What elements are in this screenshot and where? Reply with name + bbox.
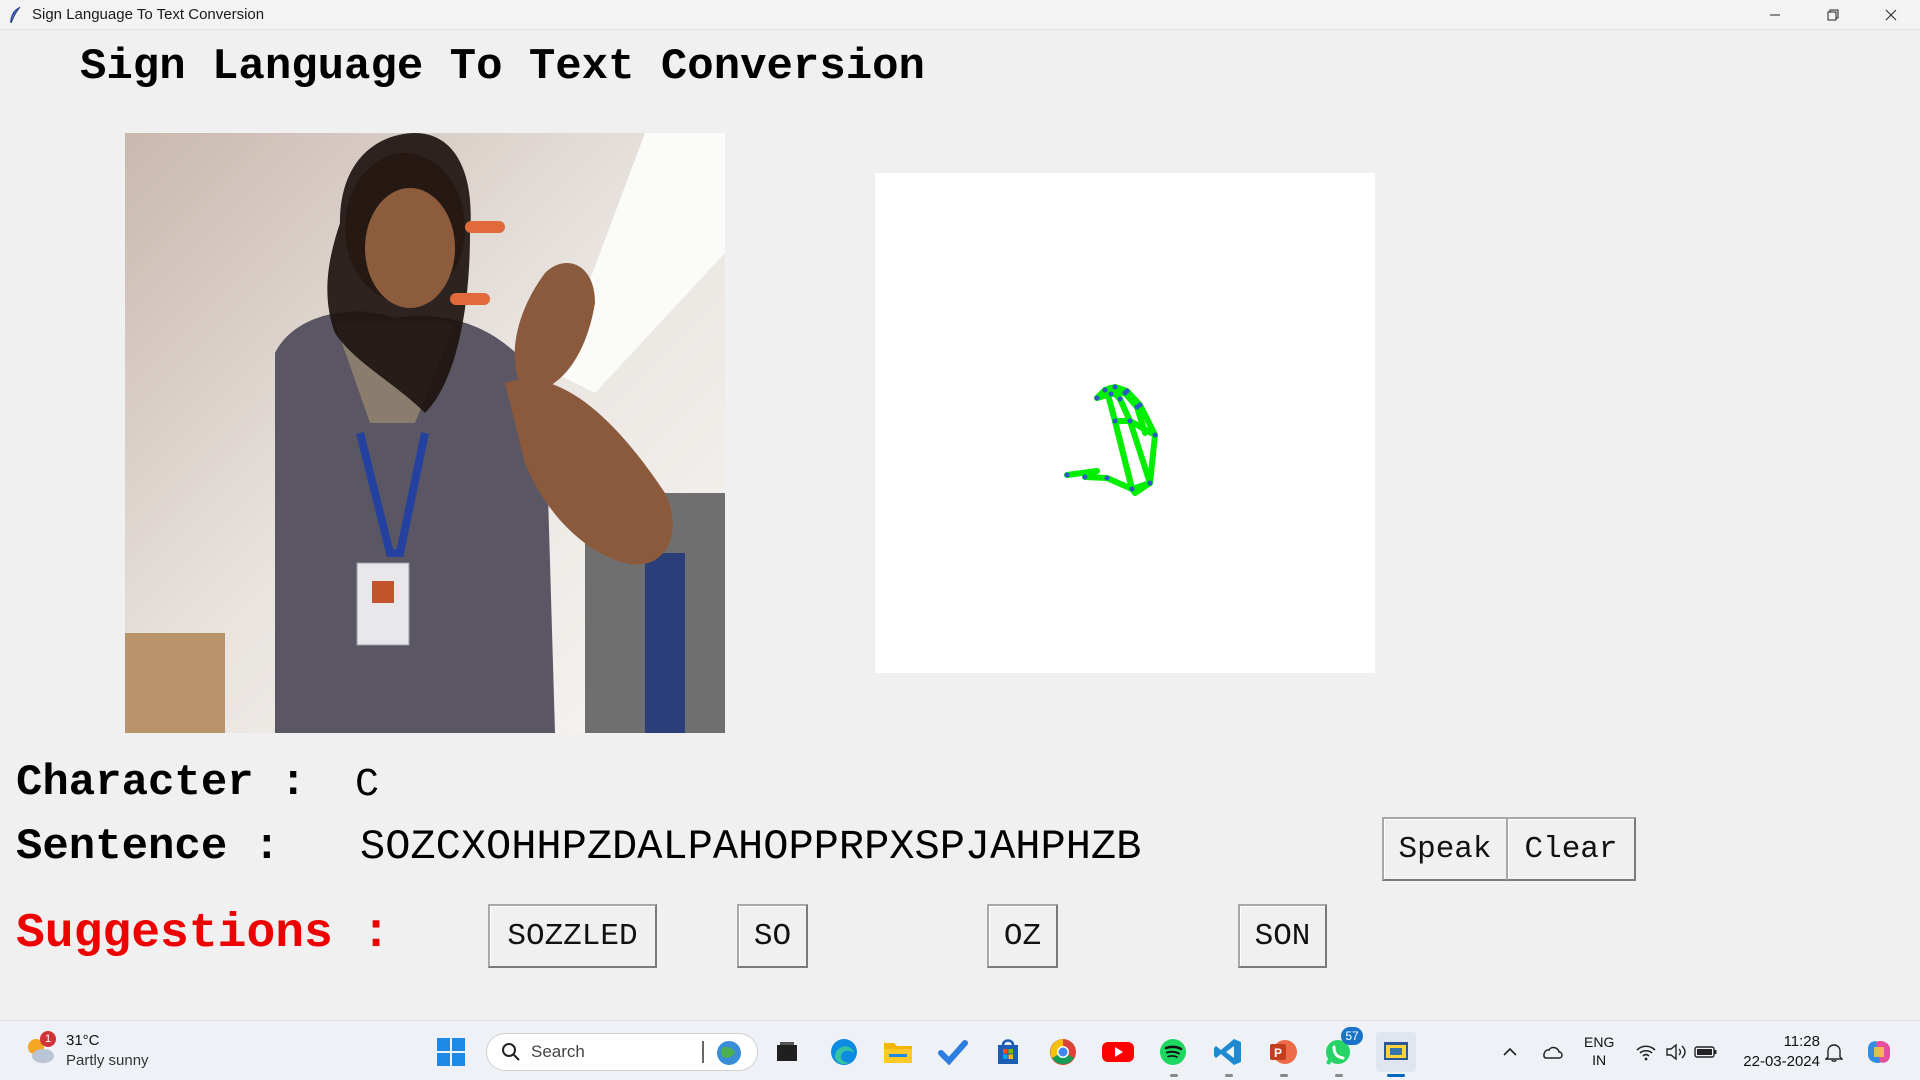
taskbar-search-input[interactable]: Search [486, 1033, 758, 1071]
character-value: C [355, 763, 380, 808]
vscode-running-indicator [1225, 1074, 1233, 1077]
suggestion-button-2[interactable]: SO [737, 904, 808, 968]
todo-icon[interactable] [936, 1035, 970, 1069]
chrome-icon[interactable] [1046, 1035, 1080, 1069]
suggestion-button-4[interactable]: SON [1238, 904, 1327, 968]
file-explorer-icon[interactable] [881, 1035, 915, 1069]
page-title: Sign Language To Text Conversion [80, 42, 925, 92]
suggestion-button-3[interactable]: OZ [987, 904, 1058, 968]
store-icon[interactable] [991, 1035, 1025, 1069]
spotify-icon[interactable] [1156, 1035, 1190, 1069]
restore-button[interactable] [1804, 0, 1862, 30]
window-controls [1746, 0, 1920, 30]
sentence-value: SOZCXOHHPZDALPAHOPPRPXSPJAHPHZB [360, 823, 1142, 871]
powerpoint-running-indicator [1280, 1074, 1288, 1077]
title-bar: Sign Language To Text Conversion [0, 0, 1920, 30]
spotify-running-indicator [1170, 1074, 1178, 1077]
close-button[interactable] [1862, 0, 1920, 30]
camera-feed [125, 133, 725, 733]
whatsapp-running-indicator [1335, 1074, 1343, 1077]
search-icon [502, 1043, 520, 1061]
edge-icon[interactable] [827, 1035, 861, 1069]
clock-time: 11:28 [1783, 1033, 1820, 1050]
region-code: IN [1592, 1052, 1607, 1068]
suggestion-button-1[interactable]: SOZZLED [488, 904, 657, 968]
weather-condition: Partly sunny [66, 1052, 149, 1069]
weather-icon: 1 [24, 1031, 56, 1067]
notification-bell-icon[interactable] [1820, 1035, 1848, 1069]
copilot-icon[interactable] [1862, 1035, 1896, 1069]
hand-skeleton-panel [875, 173, 1375, 673]
search-placeholder: Search [531, 1042, 585, 1061]
svg-text:P: P [1274, 1046, 1282, 1060]
character-label: Character : [16, 758, 307, 808]
windows-start-icon[interactable] [436, 1037, 466, 1067]
weather-temperature: 31°C [66, 1032, 100, 1049]
onedrive-cloud-icon[interactable] [1538, 1035, 1566, 1069]
language-indicator[interactable]: ENG IN [1584, 1033, 1614, 1069]
powerpoint-icon[interactable]: P [1266, 1035, 1300, 1069]
language-code: ENG [1584, 1034, 1615, 1050]
battery-icon[interactable] [1692, 1035, 1720, 1069]
python-app-icon[interactable] [1376, 1032, 1416, 1072]
window-title: Sign Language To Text Conversion [32, 6, 265, 23]
suggestions-label: Suggestions : [16, 907, 391, 961]
feather-icon [6, 6, 24, 24]
chevron-up-icon[interactable] [1496, 1035, 1524, 1069]
weather-widget[interactable]: 1 31°C Partly sunny [24, 1031, 149, 1071]
whatsapp-badge: 57 [1341, 1027, 1363, 1045]
python-active-indicator [1387, 1074, 1405, 1077]
youtube-icon[interactable] [1101, 1035, 1135, 1069]
speak-button[interactable]: Speak [1382, 817, 1508, 881]
wifi-icon[interactable] [1632, 1035, 1660, 1069]
search-highlight-icon [702, 1041, 741, 1065]
weather-badge: 1 [40, 1031, 56, 1047]
sentence-label: Sentence : [16, 822, 281, 872]
hand-skeleton [1064, 384, 1158, 496]
system-clock[interactable]: 11:28 22-03-2024 [1736, 1032, 1820, 1072]
taskbar: 1 31°C Partly sunny Search P 57 ENG IN 1… [0, 1020, 1920, 1080]
whatsapp-icon[interactable]: 57 [1321, 1027, 1363, 1069]
minimize-button[interactable] [1746, 0, 1804, 30]
clear-button[interactable]: Clear [1506, 817, 1636, 881]
vscode-icon[interactable] [1211, 1035, 1245, 1069]
task-view-icon[interactable] [770, 1035, 804, 1069]
clock-date: 22-03-2024 [1743, 1053, 1820, 1070]
volume-icon[interactable] [1662, 1035, 1690, 1069]
